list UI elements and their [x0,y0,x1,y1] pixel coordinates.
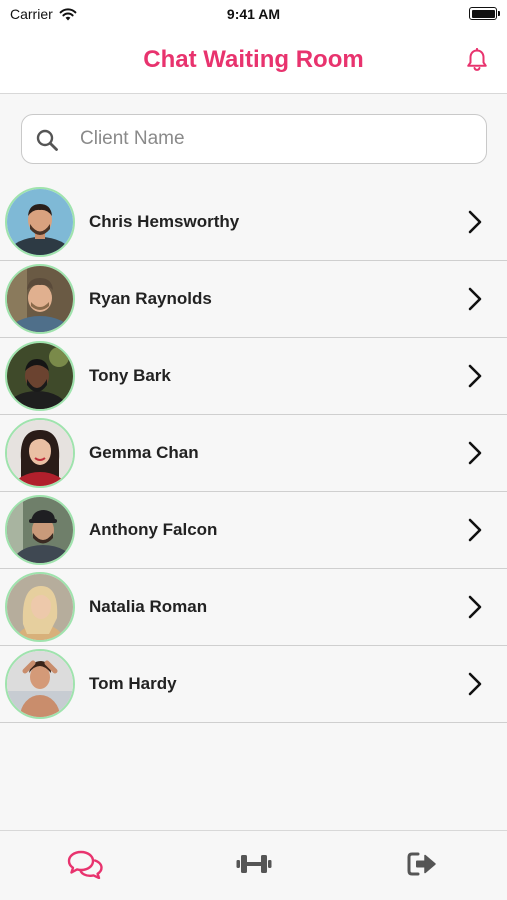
notifications-button[interactable] [463,46,491,74]
status-time: 9:41 AM [226,6,281,22]
avatar [5,264,75,334]
dumbbell-icon [236,855,272,873]
avatar [5,341,75,411]
avatar [5,495,75,565]
avatar [5,649,75,719]
client-name: Natalia Roman [89,597,208,616]
client-search-input[interactable] [80,115,480,163]
client-row-ryan-raynolds[interactable]: Ryan Raynolds [0,261,507,338]
client-list: Chris Hemsworthy Ryan Raynolds Tony Bark… [0,184,507,723]
chevron-right-icon [468,518,482,542]
client-row-natalia-roman[interactable]: Natalia Roman [0,569,507,646]
tab-logout[interactable] [402,847,442,881]
chevron-right-icon [468,364,482,388]
nav-header: Chat Waiting Room [0,28,507,94]
bell-icon [467,48,487,71]
tab-chats[interactable] [65,847,105,881]
logout-icon [407,852,436,876]
search-bar[interactable] [21,114,487,164]
client-row-gemma-chan[interactable]: Gemma Chan [0,415,507,492]
client-row-tom-hardy[interactable]: Tom Hardy [0,646,507,723]
battery-icon [469,7,500,20]
chevron-right-icon [468,672,482,696]
avatar [5,572,75,642]
page-title: Chat Waiting Room [143,46,364,73]
chevron-right-icon [468,595,482,619]
tab-workouts[interactable] [234,847,274,881]
client-name: Tony Bark [89,366,171,385]
client-name: Anthony Falcon [89,520,218,539]
client-name: Ryan Raynolds [89,289,212,308]
search-icon [36,129,58,151]
client-row-tony-bark[interactable]: Tony Bark [0,338,507,415]
client-row-anthony-falcon[interactable]: Anthony Falcon [0,492,507,569]
chevron-right-icon [468,210,482,234]
client-name: Gemma Chan [89,443,199,462]
client-name: Tom Hardy [89,674,177,693]
client-row-chris-hemsworthy[interactable]: Chris Hemsworthy [0,184,507,261]
avatar [5,418,75,488]
avatar [5,187,75,257]
chevron-right-icon [468,441,482,465]
chat-bubbles-icon [67,850,103,879]
chevron-right-icon [468,287,482,311]
client-name: Chris Hemsworthy [89,212,240,231]
status-bar: Carrier 9:41 AM [0,0,507,28]
bottom-tab-bar [0,830,507,900]
